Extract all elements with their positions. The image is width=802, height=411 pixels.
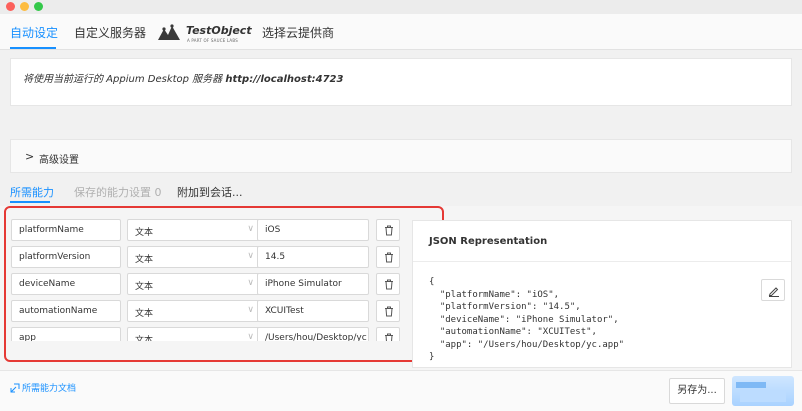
chevron-down-icon: ∨ — [247, 332, 254, 341]
delete-capability-button[interactable] — [376, 219, 400, 241]
tab-testobject[interactable]: TestObject A PART OF SAUCE LABS — [156, 23, 252, 45]
capabilities-docs-link[interactable]: 所需能力文档 — [10, 381, 76, 394]
save-as-button[interactable]: 另存为... — [669, 378, 725, 404]
testobject-logo-subtext: A PART OF SAUCE LABS — [187, 38, 238, 43]
capability-row: deviceName 文本 ∨ iPhone Simulator — [11, 273, 401, 295]
tab-attach-session[interactable]: 附加到会话... — [177, 184, 243, 200]
capability-name-input[interactable]: platformName — [11, 219, 121, 241]
server-tabs: 自动设定 自定义服务器 TestObject A PART OF SAUCE L… — [0, 14, 802, 50]
pencil-icon — [768, 287, 779, 297]
tab-custom-server[interactable]: 自定义服务器 — [74, 24, 146, 41]
capability-row: platformName 文本 ∨ iOS — [11, 219, 401, 241]
advanced-settings-label: 高级设置 — [39, 155, 79, 166]
capability-name-input[interactable]: automationName — [11, 300, 121, 322]
trash-icon — [385, 252, 393, 263]
trash-icon — [385, 225, 393, 236]
delete-capability-button[interactable] — [376, 273, 400, 295]
capability-name-input[interactable]: app — [11, 327, 121, 341]
testobject-logo-text: TestObject — [186, 24, 252, 37]
json-divider — [413, 261, 791, 262]
capability-row: automationName 文本 ∨ XCUITest — [11, 300, 401, 322]
server-info-prefix: 将使用当前运行的 Appium Desktop 服务器 — [23, 74, 226, 85]
capability-tabs: 所需能力 保存的能力设置 0 附加到会话... — [0, 178, 802, 204]
footer-bar: 所需能力文档 另存为... — [0, 370, 802, 411]
json-code: { "platformName": "iOS", "platformVersio… — [429, 277, 625, 362]
zoom-window-button[interactable] — [34, 2, 43, 11]
blurred-label-block — [740, 390, 786, 402]
capability-value-input[interactable]: /Users/hou/Desktop/yc — [257, 327, 369, 341]
capability-type-select[interactable]: 文本 ∨ — [127, 327, 263, 341]
capability-value-input[interactable]: iPhone Simulator — [257, 273, 369, 295]
server-info-text: 将使用当前运行的 Appium Desktop 服务器 http://local… — [23, 70, 343, 85]
capability-type-select[interactable]: 文本 ∨ — [127, 246, 263, 268]
tab-desired-capabilities[interactable]: 所需能力 — [10, 184, 54, 200]
blurred-label-bar — [736, 382, 766, 388]
start-session-button-blurred[interactable] — [732, 376, 794, 406]
minimize-window-button[interactable] — [20, 2, 29, 11]
chevron-down-icon: ∨ — [247, 251, 254, 261]
tab-saved-capabilities[interactable]: 保存的能力设置 0 — [74, 184, 162, 200]
server-url: http://localhost:4723 — [225, 74, 344, 85]
link-icon — [10, 383, 20, 393]
capability-type-select[interactable]: 文本 ∨ — [127, 300, 263, 322]
title-bar — [0, 0, 802, 14]
capability-value-input[interactable]: 14.5 — [257, 246, 369, 268]
close-window-button[interactable] — [6, 2, 15, 11]
chevron-down-icon: ∨ — [247, 278, 254, 288]
capability-value-input[interactable]: XCUITest — [257, 300, 369, 322]
capability-row: platformVersion 文本 ∨ 14.5 — [11, 246, 401, 268]
capability-name-input[interactable]: platformVersion — [11, 246, 121, 268]
chevron-down-icon: ∨ — [247, 224, 254, 234]
trash-icon — [385, 333, 393, 341]
edit-json-button[interactable] — [761, 279, 785, 301]
capability-type-value: 文本 — [135, 228, 154, 238]
delete-capability-button[interactable] — [376, 246, 400, 268]
delete-capability-button[interactable] — [376, 300, 400, 322]
capability-type-value: 文本 — [135, 309, 154, 319]
json-representation-panel: JSON Representation { "platformName": "i… — [412, 220, 792, 368]
active-tab-indicator — [10, 47, 56, 49]
capability-type-select[interactable]: 文本 ∨ — [127, 273, 263, 295]
capability-type-value: 文本 — [135, 282, 154, 292]
trash-icon — [385, 306, 393, 317]
server-info-panel: 将使用当前运行的 Appium Desktop 服务器 http://local… — [10, 58, 792, 106]
tab-auto-setup[interactable]: 自动设定 — [10, 24, 58, 41]
capability-value-input[interactable]: iOS — [257, 219, 369, 241]
tab-cloud-provider[interactable]: 选择云提供商 — [262, 24, 334, 41]
capability-name-input[interactable]: deviceName — [11, 273, 121, 295]
active-subtab-indicator — [10, 201, 50, 203]
delete-capability-button[interactable] — [376, 327, 400, 341]
capability-type-value: 文本 — [135, 336, 154, 341]
chevron-down-icon: ∨ — [247, 305, 254, 315]
capability-row: app 文本 ∨ /Users/hou/Desktop/yc — [11, 327, 401, 341]
capability-type-select[interactable]: 文本 ∨ — [127, 219, 263, 241]
trash-icon — [385, 279, 393, 290]
capability-type-value: 文本 — [135, 255, 154, 265]
chevron-right-icon: > — [25, 150, 35, 163]
testobject-logo-icon — [158, 24, 180, 40]
capabilities-docs-label: 所需能力文档 — [22, 384, 77, 394]
advanced-settings-toggle[interactable]: > 高级设置 — [10, 139, 792, 173]
json-panel-title: JSON Representation — [429, 236, 548, 247]
